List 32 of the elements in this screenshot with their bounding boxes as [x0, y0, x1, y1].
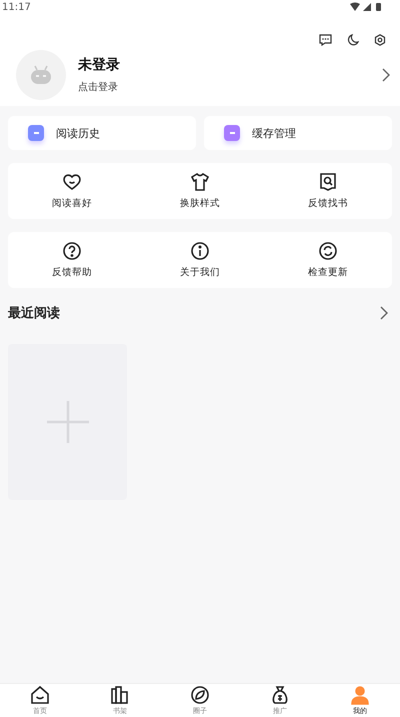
settings-icon[interactable] — [374, 34, 386, 46]
menu-item[interactable]: 反馈帮助 — [8, 232, 136, 288]
heart-icon — [62, 172, 82, 192]
help-icon — [62, 241, 82, 261]
shortcut-card[interactable]: 缓存管理 — [204, 116, 392, 150]
shirt-icon — [190, 172, 210, 192]
shortcut-label: 阅读历史 — [56, 126, 100, 140]
login-link[interactable]: 点击登录 — [78, 80, 382, 94]
menu-item[interactable]: 检查更新 — [264, 232, 392, 288]
menu-item[interactable]: 阅读喜好 — [8, 163, 136, 219]
menu-item[interactable]: 关于我们 — [136, 232, 264, 288]
search-icon — [318, 172, 338, 192]
bookshelf-icon — [110, 685, 130, 705]
chevron-right-icon[interactable] — [382, 68, 390, 82]
status-icons-drawing — [350, 2, 384, 12]
message-icon[interactable] — [319, 34, 332, 46]
plus-icon — [46, 401, 88, 443]
refresh-icon — [318, 241, 338, 261]
shortcut-card[interactable]: 阅读历史 — [8, 116, 196, 150]
compass-icon — [190, 685, 210, 705]
status-time: 11:17 — [2, 2, 31, 12]
person-icon — [350, 685, 370, 705]
menu-item[interactable]: 换肤样式 — [136, 163, 264, 219]
login-status: 未登录 — [78, 56, 121, 74]
money-bag-icon — [270, 685, 290, 705]
chevron-right-icon[interactable] — [380, 306, 388, 320]
moon-icon[interactable] — [347, 34, 359, 46]
info-icon — [190, 241, 210, 261]
menu-item[interactable]: 反馈找书 — [264, 163, 392, 219]
section-title: 最近阅读 — [8, 305, 60, 322]
home-icon — [30, 685, 50, 705]
shortcut-label: 缓存管理 — [252, 126, 296, 140]
